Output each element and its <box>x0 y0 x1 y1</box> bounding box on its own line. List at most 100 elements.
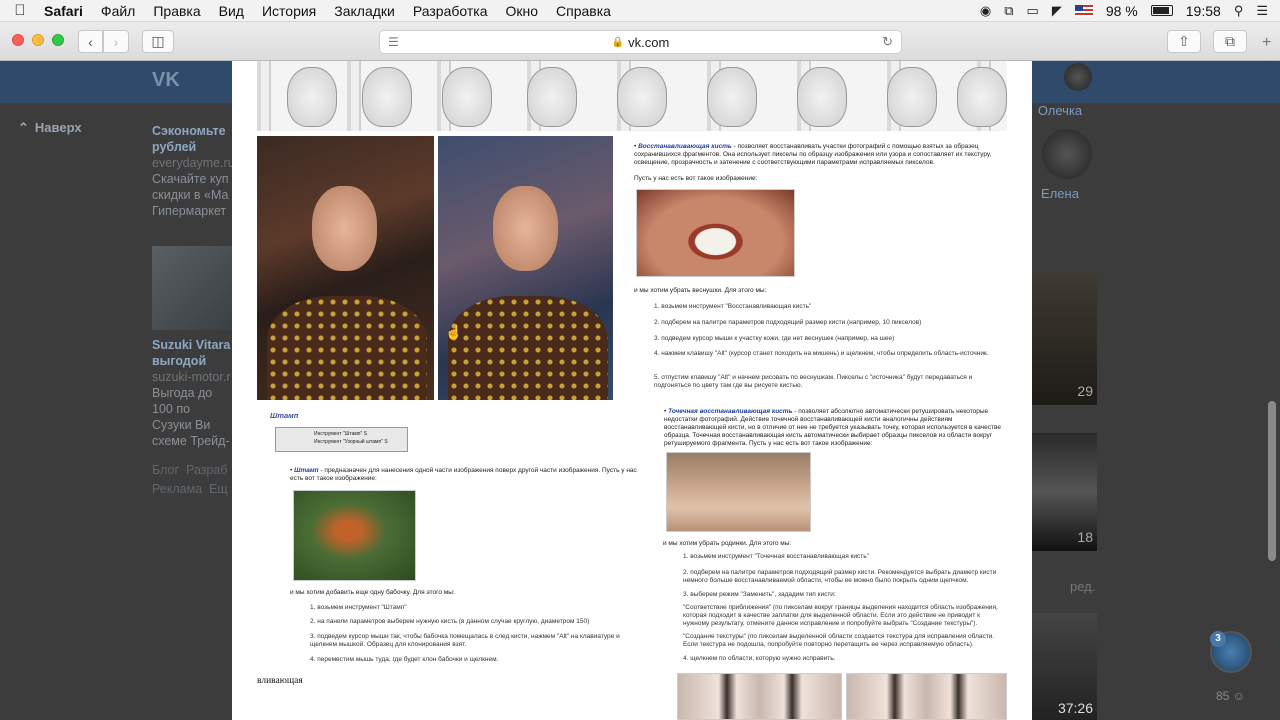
sketch-face <box>707 67 757 127</box>
share-icon: ⇧ <box>1178 33 1190 49</box>
clock[interactable]: 19:58 <box>1186 3 1221 19</box>
footer-link-blog[interactable]: Блог <box>152 463 179 477</box>
vk-logo[interactable]: VK <box>152 69 186 91</box>
chat-unread-badge: 3 <box>1210 631 1226 647</box>
smile-photo <box>636 189 795 277</box>
forward-button[interactable]: › <box>103 30 129 53</box>
ad-image-car[interactable] <box>152 246 232 330</box>
butterfly-photo <box>293 490 416 581</box>
footer-link-ads[interactable]: Реклама <box>152 482 202 496</box>
menu-help[interactable]: Справка <box>547 3 620 19</box>
ad-title: Suzuki Vitara выгодой <box>152 338 231 368</box>
address-bar[interactable]: ☰ 🔒 vk.com ↻ <box>379 30 902 54</box>
apple-icon[interactable]:  <box>0 2 40 19</box>
menu-window[interactable]: Окно <box>496 3 547 19</box>
airplay-icon[interactable]: ▭ <box>1027 3 1039 19</box>
video-thumbnail[interactable]: 37:26 <box>1032 613 1097 720</box>
notification-center-icon[interactable]: ☰ <box>1256 3 1268 19</box>
post-image-document[interactable]: • Восстанавливающая кисть - позволяет во… <box>232 61 1032 720</box>
video-thumbnail[interactable]: 18 <box>1032 433 1097 551</box>
portrait-dress <box>267 296 427 400</box>
reader-icon[interactable]: ☰ <box>388 35 399 49</box>
wifi-icon[interactable]: ◤ <box>1052 3 1062 19</box>
step-item: 1. возьмем инструмент "Точечная восстана… <box>683 553 869 560</box>
back-to-top-button[interactable]: ⌃ Наверх <box>18 120 82 136</box>
share-button[interactable]: ⇧ <box>1167 30 1201 53</box>
portrait-dress <box>448 296 608 400</box>
ad-domain: suzuki-motor.r <box>152 370 231 384</box>
sketch-face <box>442 67 492 127</box>
screen-share-icon[interactable]: ⧉ <box>1004 3 1013 19</box>
chevron-up-icon: ⌃ <box>18 120 29 135</box>
footer-link-more[interactable]: Ещ <box>209 482 228 496</box>
stamp-tool-menu: Инструмент "Штамп" S Инструмент "Узорный… <box>275 427 408 452</box>
stamp-paragraph: • Штамп - предназначен для нанесения одн… <box>290 467 637 482</box>
avatar[interactable] <box>1042 129 1092 179</box>
menu-app-safari[interactable]: Safari <box>40 3 92 19</box>
menu-history[interactable]: История <box>253 3 325 19</box>
us-flag-icon[interactable] <box>1074 4 1093 17</box>
spotlight-search-icon[interactable]: ⚲ <box>1234 3 1244 19</box>
option-text: "Соответствие приближения" (по пикселам … <box>683 604 998 627</box>
lock-icon: 🔒 <box>611 36 625 48</box>
video-thumbnail[interactable]: 29 <box>1032 273 1097 405</box>
chevron-right-icon: › <box>113 33 119 50</box>
footer-link-dev[interactable]: Разраб <box>186 463 228 477</box>
window-close-button[interactable] <box>12 34 24 46</box>
tabs-icon: ⧉ <box>1225 33 1235 49</box>
want-moles-text: и мы хотим убрать родинки. Для этого мы: <box>663 540 792 547</box>
ad-card-2[interactable]: Suzuki Vitara выгодой suzuki-motor.r Выг… <box>152 337 232 449</box>
step-item: 4. нажмем клавишу "Alt" (курсор станет п… <box>654 350 989 357</box>
status-area: ◉ ⧉ ▭ ◤ 98 % 19:58 ⚲ ☰ <box>980 3 1280 19</box>
sketch-face <box>287 67 337 127</box>
window-minimize-button[interactable] <box>32 34 44 46</box>
stamp-title: Штамп <box>294 467 319 474</box>
video-duration: 37:26 <box>1057 700 1093 716</box>
reload-icon[interactable]: ↻ <box>882 34 893 50</box>
sketch-face <box>617 67 667 127</box>
step-item: 2. подберем на палитре параметров подход… <box>654 319 922 326</box>
edited-label: ред. <box>1070 579 1096 594</box>
spot-healing-title: Точечная восстанавливающая кисть <box>668 408 793 415</box>
new-tab-icon[interactable]: + <box>1262 34 1271 52</box>
back-button[interactable]: ‹ <box>78 30 103 53</box>
step-item: 2. на панели параметров выберем нужную к… <box>310 618 590 625</box>
sketch-face <box>957 67 1007 127</box>
menu-develop[interactable]: Разработка <box>404 3 497 19</box>
sketch-faces-banner <box>257 61 1007 131</box>
photo-after <box>438 136 613 400</box>
stamp-tool-row: Инструмент "Штамп" S <box>314 430 403 438</box>
photo-before <box>257 136 434 400</box>
battery-percent: 98 % <box>1105 2 1138 19</box>
record-icon[interactable]: ◉ <box>980 3 991 19</box>
stamp-tool-label: Инструмент "Штамп" <box>314 431 363 437</box>
ad-title: Сэкономьте рублей <box>152 124 226 154</box>
want-butterfly-text: и мы хотим добавить еще одну бабочку. Дл… <box>290 589 455 596</box>
step-item: 1. возьмем инструмент "Восстанавливающая… <box>654 303 812 310</box>
chevron-left-icon: ‹ <box>88 33 93 50</box>
menu-view[interactable]: Вид <box>210 3 253 19</box>
menu-file[interactable]: Файл <box>92 3 144 19</box>
pattern-stamp-tool-row: Инструмент "Узорный штамп" S <box>314 438 403 446</box>
spot-healing-paragraph: • Точечная восстанавливающая кисть - поз… <box>664 408 1001 447</box>
eyes-after-photo <box>846 673 1007 720</box>
step-item: 4. переместим мышь туда, где будет клон … <box>310 656 499 663</box>
sidebar-icon: ◫ <box>151 33 165 49</box>
ad-card-1[interactable]: Сэкономьте рублей everydayme.ru Скачайте… <box>152 123 232 219</box>
step-item: 3. подведем курсор мыши так, чтобы бабоч… <box>310 633 620 648</box>
sidebar-toggle-button[interactable]: ◫ <box>142 30 174 53</box>
stamp-header: Штамп <box>270 411 299 420</box>
window-zoom-button[interactable] <box>52 34 64 46</box>
show-tabs-button[interactable]: ⧉ <box>1213 30 1247 53</box>
menu-edit[interactable]: Правка <box>144 3 209 19</box>
video-count: 18 <box>1077 529 1093 545</box>
step-item: 1. возьмем инструмент "Штамп" <box>310 604 407 611</box>
avatar[interactable] <box>1064 63 1092 91</box>
page-scrollbar[interactable] <box>1268 401 1276 561</box>
battery-icon[interactable] <box>1150 5 1173 16</box>
online-count: 85 <box>1216 689 1230 703</box>
menu-bookmarks[interactable]: Закладки <box>325 3 404 19</box>
stamp-desc: - предназначен для нанесения одной части… <box>290 467 637 482</box>
restore-brush-paragraph: • Восстанавливающая кисть - позволяет во… <box>634 143 992 166</box>
restore-brush-title: Восстанавливающая кисть <box>638 143 732 150</box>
